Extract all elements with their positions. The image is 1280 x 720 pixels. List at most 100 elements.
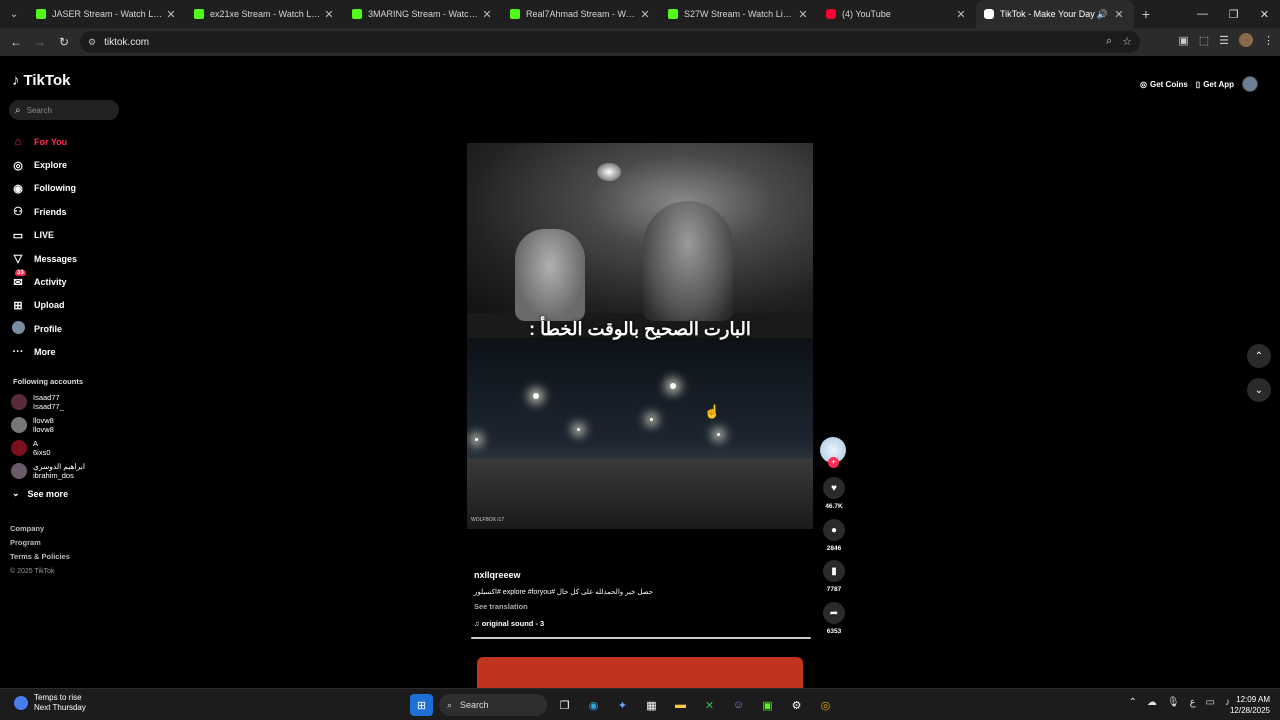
avatar [11,463,27,479]
network-icon[interactable]: ▭ [1206,697,1215,708]
file-explorer-icon[interactable]: ▬ [669,694,692,716]
tab-list-icon[interactable]: ☰ [1219,34,1229,47]
browser-tab[interactable]: TikTok - Make Your Day 🔊 ✕ [976,0,1134,28]
language-indicator[interactable]: ع [1190,697,1196,708]
browser-tab[interactable]: JASER Stream - Watch Live on K✕ [28,0,186,28]
sidebar-item-live[interactable]: ▭ LIVE [10,224,77,247]
account-handle: Isaad77_ [33,402,64,411]
footer-company-link[interactable]: Company [10,522,70,536]
like-action[interactable]: ♥ 46.7K [822,477,846,510]
zoom-icon[interactable]: ⌕ [1106,35,1112,48]
close-tab-icon[interactable]: ✕ [480,8,494,21]
video-player[interactable]: WOLFBOX i17 البارت الصحيح بالوقت الخطأ : [467,143,813,529]
chrome-icon[interactable]: ◎ [814,694,837,716]
see-translation-link[interactable]: See translation [474,602,814,611]
copilot-icon[interactable]: ✦ [611,694,634,716]
browser-tab[interactable]: (4) YouTube ✕ [818,0,976,28]
friends-icon: ⚇ [13,206,23,219]
comment-action[interactable]: ● 2846 [822,519,846,552]
extensions-puzzle-icon[interactable]: ⬚ [1199,34,1209,47]
following-account[interactable]: llovw8 llovw8 [11,416,54,434]
music-note-icon: ♫ [474,619,482,628]
bookmark-star-icon[interactable]: ☆ [1122,35,1132,48]
chrome-profile-avatar[interactable] [1239,33,1253,47]
tab-strip: ⌄ JASER Stream - Watch Live on K✕ex21xe … [0,0,1280,28]
follow-plus-icon[interactable]: + [828,457,839,468]
task-view-icon[interactable]: ❐ [553,694,576,716]
xbox-icon[interactable]: ✕ [698,694,721,716]
forward-button[interactable]: → [28,35,52,49]
sidebar-item-following[interactable]: ◉ Following [10,177,77,200]
compass-icon: ◎ [13,159,23,172]
weather-line-2: Next Thursday [34,703,86,712]
close-tab-icon[interactable]: ✕ [1112,8,1126,21]
edge-icon[interactable]: ◉ [582,694,605,716]
search-icon: ⌕ [15,104,21,116]
maximize-button[interactable]: ❐ [1218,0,1249,28]
comment-icon: ● [823,519,845,541]
reload-button[interactable]: ↻ [52,35,76,49]
tiktok-logo[interactable]: ♪ TikTok [12,72,70,89]
search-input[interactable]: ⌕ Search [9,100,119,120]
close-window-button[interactable]: ✕ [1249,0,1280,28]
close-tab-icon[interactable]: ✕ [322,8,336,21]
following-accounts-title: Following accounts [13,377,84,386]
creator-avatar[interactable]: + [820,437,846,468]
sound-link[interactable]: ♫ original sound - 3 [474,619,814,628]
browser-tab[interactable]: ex21xe Stream - Watch Live on✕ [186,0,344,28]
onedrive-icon[interactable]: ☁ [1147,697,1157,708]
sidebar-item-profile[interactable]: Profile [10,317,77,340]
video-username[interactable]: nxllqreeew [474,570,814,580]
tab-audio-icon[interactable]: 🔊 [1097,9,1108,20]
taskbar-search[interactable]: ⌕ Search [439,694,547,716]
chrome-menu-icon[interactable]: ⋮ [1263,34,1274,47]
extension-icon[interactable]: ▣ [1178,34,1188,47]
browser-tab[interactable]: Real7Ahmad Stream - Watch Li✕ [502,0,660,28]
next-video-button[interactable]: ⌄ [1247,378,1271,402]
following-account[interactable]: A 6ixs0 [11,439,51,457]
sidebar-item-for-you[interactable]: ⌂ For You [10,130,77,153]
street-lamp [577,428,580,431]
see-more-button[interactable]: ⌄ See more [12,488,68,499]
sidebar-item-explore[interactable]: ◎ Explore [10,153,77,176]
following-account[interactable]: ابراهيم الدوسري ibrahim_dos [11,462,85,480]
footer-terms-link[interactable]: Terms & Policies [10,550,70,564]
clock[interactable]: 12:09 AM 12/28/2025 [1230,694,1270,716]
sidebar-item-upload[interactable]: ⊞ Upload [10,294,77,317]
get-coins-button[interactable]: ◎ Get Coins [1140,80,1188,89]
microphone-icon[interactable]: 🎙 [1167,697,1180,708]
close-tab-icon[interactable]: ✕ [796,8,810,21]
kick-favicon-icon [352,9,362,19]
app-icon[interactable]: ▣ [756,694,779,716]
address-bar[interactable]: ⚙ tiktok.com ⌕ ☆ [80,31,1140,53]
sidebar-item-activity[interactable]: ✉ 33 Activity [10,269,77,293]
close-tab-icon[interactable]: ✕ [164,8,178,21]
minimize-button[interactable]: — [1187,0,1218,28]
weather-widget[interactable]: Temps to rise Next Thursday [14,693,86,713]
tray-overflow-icon[interactable]: ⌃ [1128,697,1136,708]
share-action[interactable]: ➦ 6353 [822,602,846,635]
sidebar-item-messages[interactable]: ▽ Messages [10,247,77,270]
new-tab-button[interactable]: + [1134,6,1158,22]
store-icon[interactable]: ▦ [640,694,663,716]
close-tab-icon[interactable]: ✕ [954,8,968,21]
sidebar-item-friends[interactable]: ⚇ Friends [10,200,77,223]
user-avatar[interactable] [1242,76,1258,92]
discord-icon[interactable]: ☺ [727,694,750,716]
footer-program-link[interactable]: Program [10,536,70,550]
browser-tab[interactable]: S27W Stream - Watch Live on K✕ [660,0,818,28]
sidebar-item-more[interactable]: ··· More [10,341,77,364]
back-button[interactable]: ← [4,35,28,49]
close-tab-icon[interactable]: ✕ [638,8,652,21]
save-action[interactable]: ▮ 7787 [822,560,846,593]
windows-start-icon[interactable]: ⊞ [410,694,433,716]
kick-favicon-icon [194,9,204,19]
tab-search-button[interactable]: ⌄ [0,0,28,28]
account-name: A [33,439,39,448]
settings-icon[interactable]: ⚙ [785,694,808,716]
site-info-icon[interactable]: ⚙ [88,37,96,48]
get-app-button[interactable]: ▯ Get App [1196,80,1234,89]
previous-video-button[interactable]: ⌃ [1247,344,1271,368]
following-account[interactable]: Isaad77 Isaad77_ [11,393,64,411]
browser-tab[interactable]: 3MARING Stream - Watch Live✕ [344,0,502,28]
